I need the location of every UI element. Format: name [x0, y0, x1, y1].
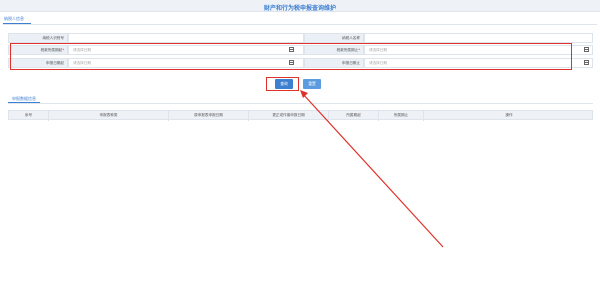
arrow-line	[301, 92, 444, 248]
annotation-arrow	[300, 90, 444, 248]
arrow-head	[300, 90, 308, 98]
